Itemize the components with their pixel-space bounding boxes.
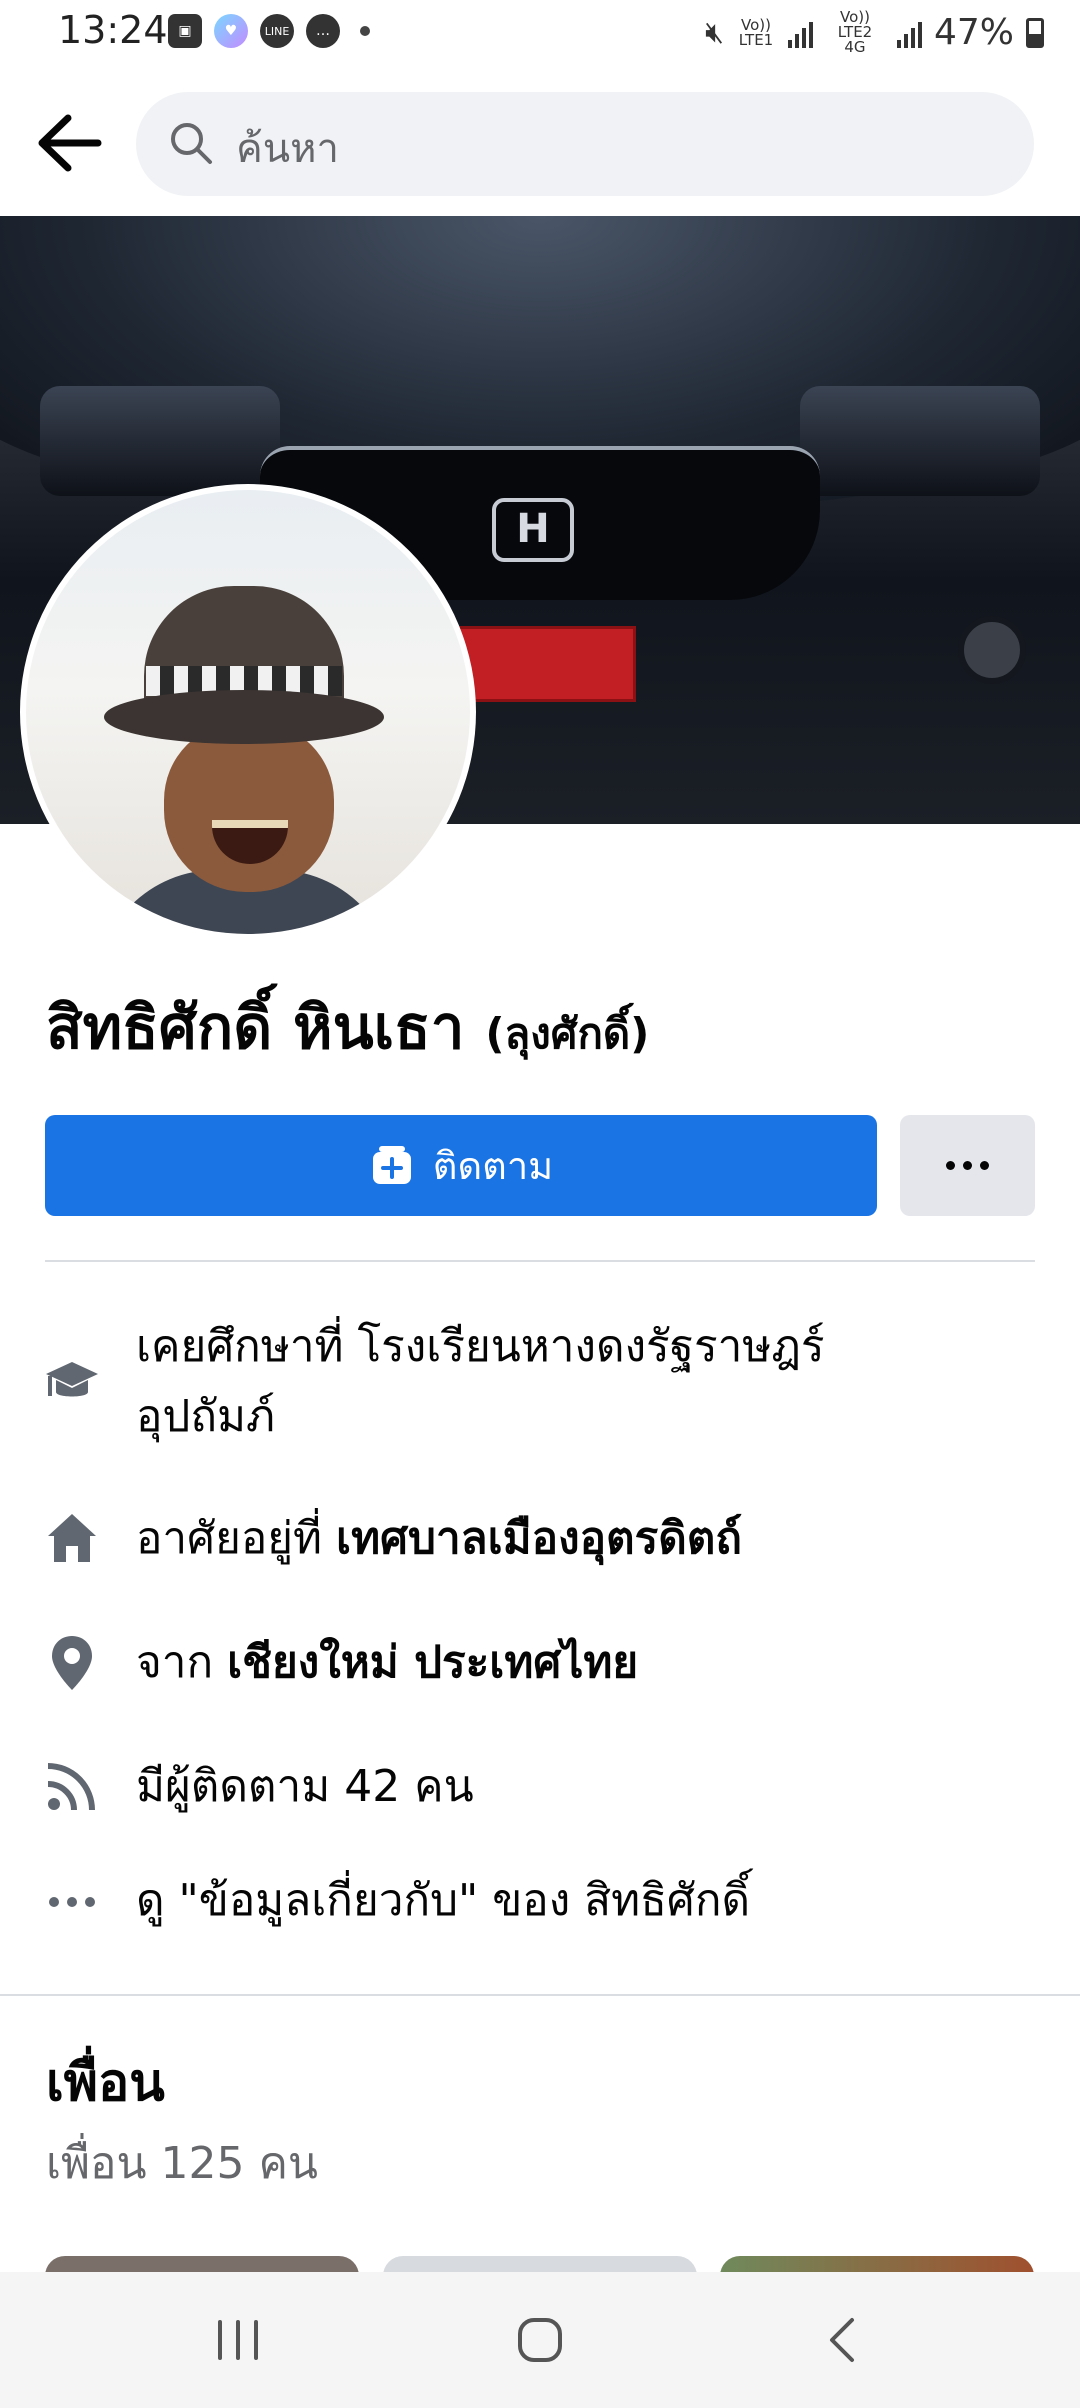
about-link[interactable]: ดู "ข้อมูลเกี่ยวกับ" ของ สิทธิศักดิ์	[136, 1866, 1016, 1936]
follow-button-label: ติดตาม	[432, 1144, 554, 1188]
friends-title: เพื่อน	[46, 2053, 165, 2113]
education-text: เคยศึกษาที่ โรงเรียนหางดงรัฐราษฎร์ อุปถั…	[136, 1312, 1016, 1452]
signal2-icon	[896, 18, 922, 48]
location-pin-icon	[52, 1636, 92, 1690]
notification-icons: ▣ ♥ LINE …	[168, 14, 370, 48]
avatar-hat-brim	[104, 690, 384, 744]
line-icon: LINE	[260, 14, 294, 48]
from-place[interactable]: เชียงใหม่ ประเทศไทย	[227, 1637, 638, 1688]
cover-car-logo: H	[492, 498, 574, 562]
lives-text: อาศัยอยู่ที่ เทศบาลเมืองอุตรดิตถ์	[136, 1504, 1016, 1574]
cover-fog-light	[958, 616, 1026, 684]
more-horizontal-icon	[49, 1897, 95, 1907]
follow-button[interactable]: ติดตาม	[45, 1115, 877, 1216]
back-nav-icon[interactable]	[802, 2308, 882, 2372]
search-placeholder: ค้นหา	[236, 126, 339, 172]
from-prefix: จาก	[136, 1637, 228, 1688]
back-arrow-icon[interactable]	[34, 110, 104, 176]
section-divider	[45, 1260, 1035, 1262]
cover-headlight-left	[40, 386, 280, 496]
more-notifications-dot	[360, 26, 370, 36]
recent-apps-icon[interactable]	[198, 2308, 278, 2372]
profile-name-text: สิทธิศักดิ์ หินเธา	[46, 993, 465, 1063]
more-options-button[interactable]	[900, 1115, 1035, 1216]
profile-name: สิทธิศักดิ์ หินเธา (ลุงศักดิ์)	[46, 980, 649, 1075]
status-bar: 13:24 ▣ ♥ LINE … 🔇︎ Vo)) LTE1 Vo)) LTE2 …	[0, 0, 1080, 70]
search-input[interactable]: ค้นหา	[136, 92, 1034, 196]
avatar-face	[164, 722, 334, 892]
follow-icon	[372, 1145, 411, 1184]
signal1-icon	[787, 18, 813, 48]
profile-alt-name: (ลุงศักดิ์)	[485, 1009, 650, 1058]
rss-followers-icon	[47, 1763, 95, 1811]
system-navigation-bar	[0, 2272, 1080, 2408]
education-line-1: เคยศึกษาที่ โรงเรียนหางดงรัฐราษฎร์	[136, 1321, 825, 1372]
search-icon	[171, 123, 212, 164]
gallery-icon: ▣	[168, 14, 202, 48]
profile-avatar[interactable]	[20, 484, 476, 940]
mute-icon: 🔇︎	[705, 15, 724, 50]
followers-text: มีผู้ติดตาม 42 คน	[136, 1761, 474, 1812]
battery-icon	[1026, 17, 1044, 48]
search-header: ค้นหา	[0, 70, 1080, 215]
app-notification-icon: ♥	[214, 14, 248, 48]
education-line-2: อุปถัมภ์	[136, 1391, 276, 1442]
avatar-photo	[26, 490, 470, 934]
cover-headlight-right	[800, 386, 1040, 496]
sim2-label: Vo)) LTE2 4G	[837, 8, 873, 56]
section-divider-full	[0, 1994, 1080, 1996]
sim1-label: Vo)) LTE1	[738, 15, 774, 49]
lives-place[interactable]: เทศบาลเมืองอุตรดิตถ์	[336, 1513, 742, 1564]
battery-percent: 47%	[933, 12, 1014, 53]
more-dots-icon	[946, 1161, 989, 1170]
home-icon	[48, 1514, 96, 1562]
from-text: จาก เชียงใหม่ ประเทศไทย	[136, 1628, 1016, 1698]
lives-prefix: อาศัยอยู่ที่	[136, 1513, 337, 1564]
chat-icon: …	[306, 14, 340, 48]
system-status: 🔇︎ Vo)) LTE1 Vo)) LTE2 4G 47%	[705, 10, 1044, 55]
home-nav-icon[interactable]	[500, 2308, 580, 2372]
graduation-cap-icon	[46, 1362, 98, 1397]
friends-count[interactable]: เพื่อน 125 คน	[46, 2128, 318, 2198]
status-time: 13:24	[58, 8, 168, 52]
